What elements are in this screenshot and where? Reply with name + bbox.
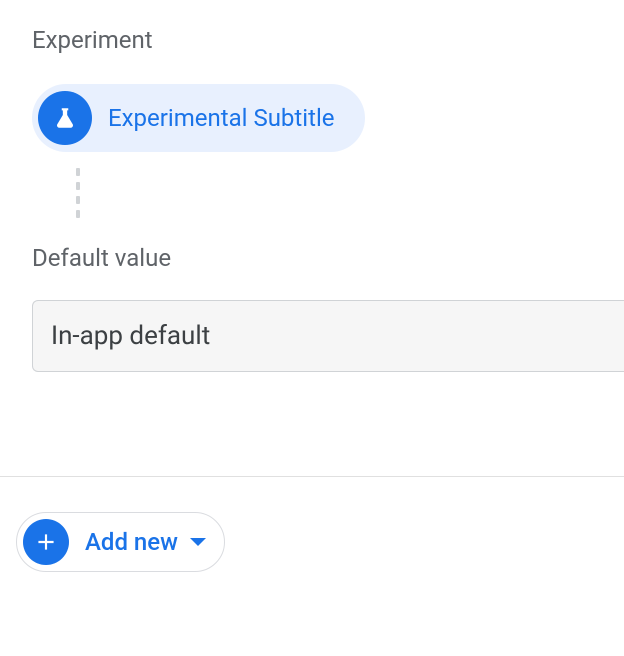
default-value-section-label: Default value: [32, 244, 171, 272]
experiment-section-label: Experiment: [32, 26, 153, 54]
plus-icon: [23, 519, 69, 565]
flask-icon: [38, 91, 92, 145]
experiment-chip-label: Experimental Subtitle: [108, 104, 335, 132]
default-value-input-text: In-app default: [51, 321, 210, 351]
add-new-button-label: Add new: [85, 528, 178, 556]
connector-dotted-line: [76, 168, 82, 218]
default-value-input[interactable]: In-app default: [32, 300, 624, 372]
experiment-chip[interactable]: Experimental Subtitle: [32, 84, 365, 152]
chevron-down-icon: [190, 538, 206, 546]
add-new-button[interactable]: Add new: [16, 512, 225, 572]
section-divider: [0, 476, 624, 477]
